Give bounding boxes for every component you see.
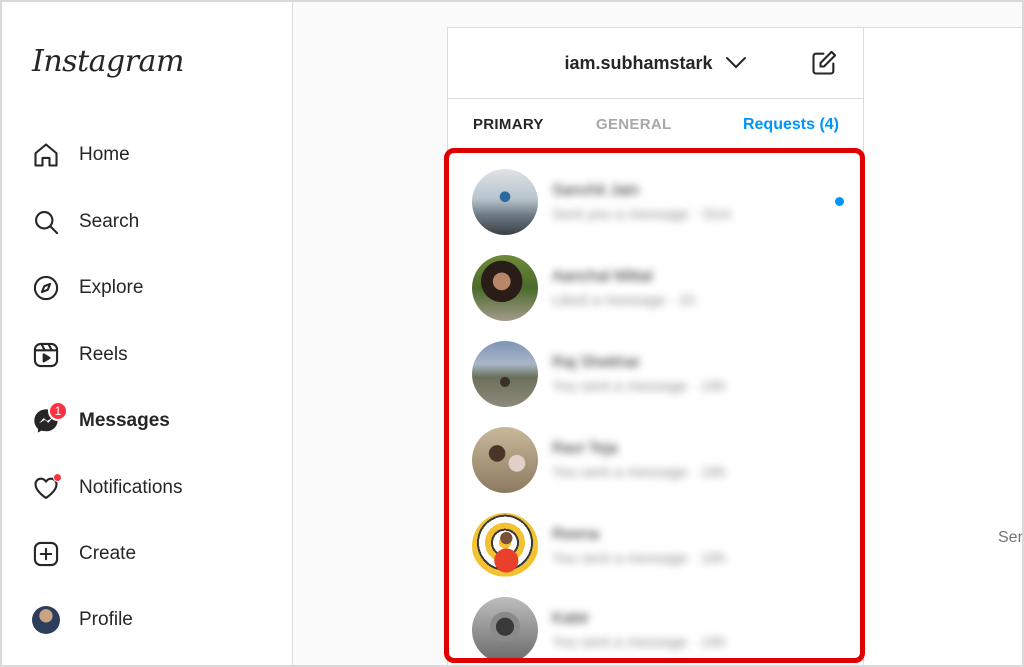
home-icon — [30, 139, 62, 171]
avatar — [472, 513, 538, 579]
notification-badge: 1 — [48, 401, 68, 421]
thread-name: Kabir — [552, 609, 590, 627]
list-item[interactable]: Reena You sent a message · 19h — [472, 510, 842, 582]
thread-name: Reena — [552, 525, 600, 543]
thread-preview: You sent a message · 19h — [552, 549, 726, 567]
conversation-placeholder: Ser — [864, 27, 1024, 667]
tab-primary[interactable]: PRIMARY — [473, 116, 544, 133]
thread-name: Sanchit Jain — [552, 181, 640, 199]
chevron-down-icon — [725, 56, 747, 70]
sidebar-item-search[interactable]: Search — [30, 200, 270, 244]
thread-preview: You sent a message · 19h — [552, 633, 726, 651]
list-item[interactable]: Raj Shekhar You sent a message · 19h — [472, 338, 842, 410]
sidebar-item-label: Explore — [79, 277, 144, 298]
sidebar: Instagram Home Search Explore Reels 1 Me… — [2, 2, 293, 665]
thread-text: Sanchit Jain Sent you a message · 31m — [552, 182, 731, 223]
tab-requests[interactable]: Requests (4) — [743, 116, 839, 134]
notification-dot — [53, 473, 62, 482]
thread-text: Ravi Teja You sent a message · 19h — [552, 440, 726, 481]
sidebar-item-label: Create — [79, 543, 137, 564]
unread-indicator — [835, 197, 844, 206]
sidebar-item-create[interactable]: Create — [30, 532, 270, 576]
heart-icon — [30, 472, 62, 504]
thread-name: Aanchal Mittal — [552, 267, 653, 285]
sidebar-item-profile[interactable]: Profile — [30, 598, 270, 642]
avatar — [472, 255, 538, 321]
sidebar-item-notifications[interactable]: Notifications — [30, 466, 270, 510]
plus-square-icon — [30, 538, 62, 570]
avatar — [472, 341, 538, 407]
sidebar-item-label: Messages — [79, 410, 170, 431]
thread-text: Reena You sent a message · 19h — [552, 526, 726, 567]
username: iam.subhamstark — [564, 52, 713, 73]
thread-text: Raj Shekhar You sent a message · 19h — [552, 354, 726, 395]
messenger-icon: 1 — [30, 401, 68, 437]
avatar — [472, 427, 538, 493]
compose-icon[interactable] — [809, 48, 839, 78]
thread-preview: Sent you a message · 31m — [552, 205, 732, 223]
reels-icon — [30, 339, 62, 371]
list-item[interactable]: Ravi Teja You sent a message · 19h — [472, 424, 842, 496]
search-icon — [30, 206, 62, 238]
compass-icon — [30, 272, 62, 304]
list-item[interactable]: Sanchit Jain Sent you a message · 31m — [472, 166, 844, 238]
inbox-header: iam.subhamstark — [448, 28, 863, 99]
sidebar-item-label: Search — [79, 211, 140, 232]
list-item[interactable]: Aanchal Mittal Liked a message · 1h — [472, 252, 842, 324]
sidebar-item-label: Reels — [79, 344, 128, 365]
list-item[interactable]: Kabir You sent a message · 19h — [472, 594, 842, 666]
thread-name: Raj Shekhar — [552, 353, 641, 371]
thread-preview: Liked a message · 1h — [552, 291, 696, 309]
placeholder-text: Ser — [998, 529, 1023, 546]
inbox-panel: iam.subhamstark PRIMARY GENERAL Requests… — [447, 27, 864, 667]
tab-general[interactable]: GENERAL — [596, 116, 671, 133]
sidebar-item-home[interactable]: Home — [30, 133, 270, 177]
account-switcher[interactable]: iam.subhamstark — [564, 53, 746, 74]
thread-preview: You sent a message · 19h — [552, 463, 726, 481]
sidebar-item-label: Home — [79, 144, 130, 165]
sidebar-item-label: Notifications — [79, 477, 183, 498]
instagram-logo[interactable]: Instagram — [32, 44, 184, 79]
sidebar-item-reels[interactable]: Reels — [30, 333, 270, 377]
avatar — [472, 169, 538, 235]
sidebar-item-messages[interactable]: 1 Messages — [30, 399, 270, 443]
thread-text: Aanchal Mittal Liked a message · 1h — [552, 268, 695, 309]
avatar — [30, 604, 62, 636]
thread-name: Ravi Teja — [552, 439, 618, 457]
thread-text: Kabir You sent a message · 19h — [552, 610, 726, 651]
sidebar-item-label: Profile — [79, 609, 133, 630]
inbox-tabs: PRIMARY GENERAL Requests (4) — [448, 99, 863, 151]
sidebar-item-explore[interactable]: Explore — [30, 266, 270, 310]
thread-preview: You sent a message · 19h — [552, 377, 726, 395]
avatar — [472, 597, 538, 663]
